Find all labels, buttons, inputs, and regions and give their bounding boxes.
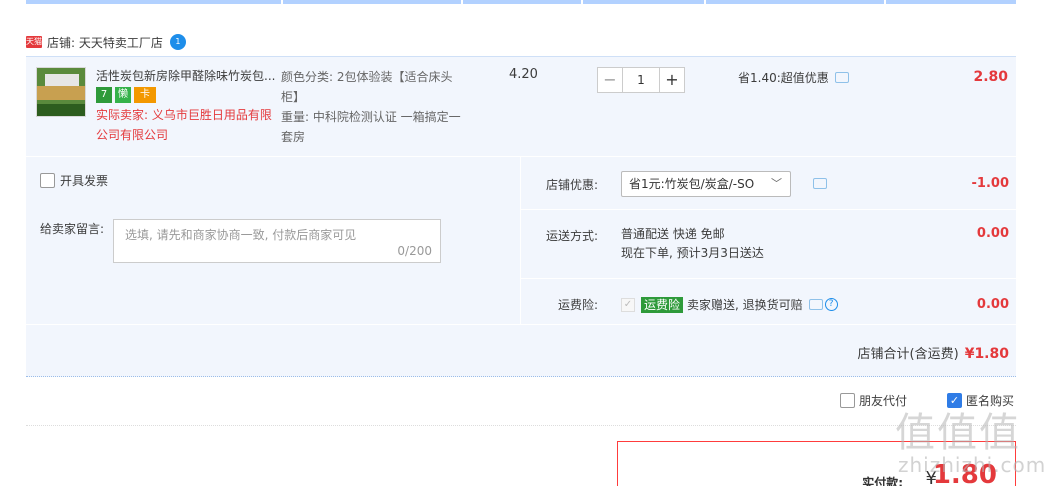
invoice-label: 开具发票 [60, 174, 109, 188]
shop-discount-value: 省1元:竹炭包/炭盒/-SO [629, 177, 755, 191]
order-item: 活性炭包新房除甲醛除味竹炭包... 7 懒 卡 实际卖家: 义乌市巨胜日用品有限… [26, 56, 1016, 156]
invoice-checkbox[interactable] [40, 173, 55, 188]
seven-day-return-icon[interactable]: 7 [96, 87, 112, 103]
shop-discount-row: 店铺优惠: 省1元:竹炭包/炭盒/-SO ﹀ -1.00 [521, 157, 1016, 209]
service-badges: 7 懒 卡 [96, 87, 156, 103]
shop-discount-select[interactable]: 省1元:竹炭包/炭盒/-SO ﹀ [621, 171, 791, 197]
insurance-checkbox: ✓ [621, 297, 635, 312]
message-label: 给卖家留言: [40, 222, 105, 236]
invoice-option[interactable]: 开具发票 [40, 172, 108, 189]
payment-label: 实付款: [862, 476, 903, 486]
item-subtotal: 2.80 [973, 69, 1008, 85]
shipping-amount: 0.00 [976, 226, 1009, 241]
shipping-method: 普通配送 快递 免邮 [621, 227, 725, 241]
comment-icon[interactable] [808, 299, 823, 310]
shop-total-amount: ¥1.80 [964, 346, 1009, 362]
qty-input[interactable]: 1 [623, 67, 659, 93]
product-thumbnail[interactable] [36, 67, 86, 117]
top-header-bar [26, 0, 1016, 4]
lazy-service-icon[interactable]: 懒 [115, 87, 131, 103]
shipping-info: 普通配送 快递 免邮 现在下单, 预计3月3日送达 [621, 225, 764, 263]
actual-seller: 实际卖家: 义乌市巨胜日用品有限公司有限公司 [96, 108, 272, 142]
seller-message-input[interactable]: 选填, 请先和商家协商一致, 付款后商家可见 0/200 [113, 219, 441, 263]
shop-discount-label: 店铺优惠: [545, 178, 598, 192]
quantity-stepper: − 1 + [597, 67, 685, 93]
shop-header: 天猫 店铺: 天天特卖工厂店 1 [26, 32, 186, 52]
watermark-url: zhizhizhi.com [898, 453, 1047, 477]
shop-total: 店铺合计(含运费) ¥1.80 [858, 343, 1009, 362]
shipping-row: 运送方式: 普通配送 快递 免邮 现在下单, 预计3月3日送达 0.00 [521, 210, 1016, 278]
shop-discount-amount: -1.00 [971, 176, 1009, 191]
insurance-text: 卖家赠送, 退换货可赔 [687, 298, 803, 312]
chevron-down-icon: ﹀ [771, 177, 782, 190]
product-sku: 颜色分类: 2包体验装【适合床头柜】 重量: 中科院检测认证 一箱搞定一套房 [281, 67, 461, 147]
insurance-tag: 运费险 [641, 296, 684, 313]
friend-pay-checkbox[interactable] [840, 393, 855, 408]
shop-name[interactable]: 店铺: 天天特卖工厂店 [47, 34, 163, 51]
item-discount: 省1.40:超值优惠 [738, 69, 849, 86]
sku-color: 颜色分类: 2包体验装【适合床头柜】 [281, 70, 453, 104]
order-extras-panel: 开具发票 给卖家留言: 选填, 请先和商家协商一致, 付款后商家可见 0/200 [26, 157, 520, 324]
qty-minus-button[interactable]: − [597, 67, 623, 93]
discount-text: 省1.40:超值优惠 [738, 71, 829, 85]
comment-icon[interactable] [834, 72, 849, 83]
message-placeholder: 选填, 请先和商家协商一致, 付款后商家可见 [125, 228, 357, 242]
message-char-count: 0/200 [397, 244, 432, 258]
tmall-badge: 天猫 [26, 36, 42, 48]
sku-weight: 重量: 中科院检测认证 一箱搞定一套房 [281, 110, 461, 144]
insurance-row: 运费险: ✓ 运费险 卖家赠送, 退换货可赔 ? 0.00 [521, 279, 1016, 324]
insurance-info: ✓ 运费险 卖家赠送, 退换货可赔 ? [621, 296, 838, 313]
product-title[interactable]: 活性炭包新房除甲醛除味竹炭包... [96, 67, 281, 84]
wangwang-chat-icon[interactable]: 1 [169, 34, 186, 50]
watermark-logo: 值值值 [895, 410, 1021, 456]
shipping-eta: 现在下单, 预计3月3日送达 [621, 246, 764, 260]
qty-plus-button[interactable]: + [659, 67, 685, 93]
order-options-panel: 店铺优惠: 省1元:竹炭包/炭盒/-SO ﹀ -1.00 运送方式: 普通配送 … [521, 157, 1016, 324]
unit-price: 4.20 [509, 67, 538, 82]
insurance-amount: 0.00 [976, 297, 1009, 312]
insurance-label: 运费险: [557, 298, 598, 312]
help-icon[interactable]: ? [824, 298, 838, 311]
shop-total-row: 店铺合计(含运费) ¥1.80 [26, 325, 1016, 377]
shop-total-label: 店铺合计(含运费) [857, 347, 959, 362]
divider [26, 425, 1016, 426]
shipping-label: 运送方式: [545, 229, 598, 243]
comment-icon[interactable] [813, 178, 827, 189]
credit-card-icon[interactable]: 卡 [134, 87, 156, 103]
